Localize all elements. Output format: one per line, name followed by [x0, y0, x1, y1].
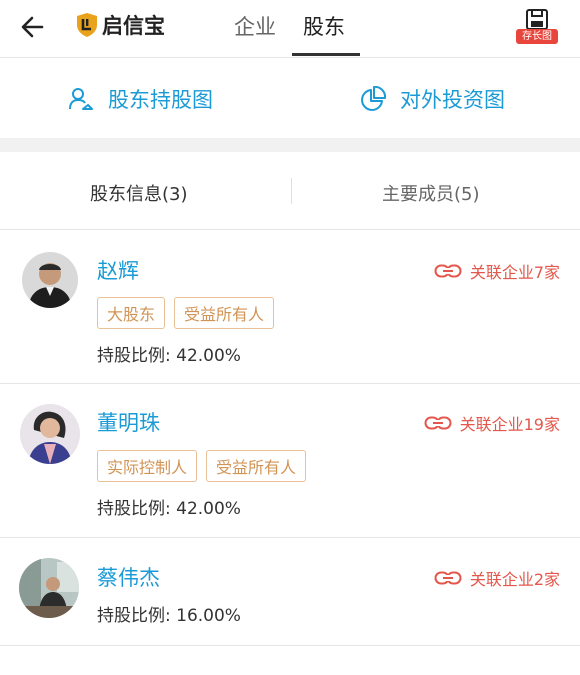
related-companies-label: 关联企业7家	[469, 263, 560, 282]
link-icon	[434, 264, 462, 278]
app-logo: 启信宝	[76, 10, 165, 40]
shareholder-row[interactable]: 董明珠 关联企业19家 实际控制人 受益所有人 持股比例: 42.00%	[0, 384, 580, 538]
top-bar: 启信宝 企业 股东 存长图	[0, 0, 580, 58]
shareholder-name[interactable]: 蔡伟杰	[97, 562, 160, 592]
shareholding-ratio: 持股比例: 42.00%	[97, 499, 241, 519]
chart-links: 股东持股图 对外投资图	[0, 58, 580, 138]
shareholding-ratio: 持股比例: 16.00%	[97, 606, 241, 626]
pie-chart-icon	[361, 86, 386, 111]
back-button[interactable]	[20, 12, 54, 42]
person-network-icon	[69, 88, 93, 110]
shareholding-chart-link[interactable]: 股东持股图	[68, 84, 213, 114]
tab-company[interactable]: 企业	[234, 11, 276, 45]
investment-chart-label: 对外投资图	[400, 88, 505, 112]
subtab-divider	[291, 178, 292, 204]
related-companies-link[interactable]: 关联企业7家	[434, 259, 560, 283]
tag-actual-controller: 实际控制人	[97, 450, 198, 482]
investment-chart-link[interactable]: 对外投资图	[360, 84, 505, 114]
tab-key-members[interactable]: 主要成员(5)	[382, 180, 480, 206]
avatar	[22, 252, 78, 308]
shareholder-row[interactable]: 赵辉 关联企业7家 大股东 受益所有人 持股比例: 42.00%	[0, 231, 580, 384]
tag-major-shareholder: 大股东	[97, 297, 166, 329]
related-companies-label: 关联企业19家	[459, 415, 560, 434]
related-companies-link[interactable]: 关联企业2家	[434, 566, 560, 590]
link-icon	[434, 571, 462, 585]
shareholding-chart-label: 股东持股图	[108, 88, 213, 112]
save-badge: 存长图	[516, 29, 558, 44]
tab-shareholder-info[interactable]: 股东信息(3)	[90, 180, 188, 206]
tab-shareholders[interactable]: 股东	[303, 11, 345, 45]
floppy-disk-icon	[526, 9, 548, 30]
shareholder-name[interactable]: 赵辉	[97, 255, 139, 285]
tag-beneficial-owner: 受益所有人	[174, 297, 275, 329]
avatar	[19, 558, 79, 618]
shareholder-row[interactable]: 蔡伟杰 关联企业2家 持股比例: 16.00%	[0, 538, 580, 646]
logo-text: 启信宝	[102, 14, 165, 38]
related-companies-label: 关联企业2家	[469, 570, 560, 589]
section-divider	[0, 138, 580, 152]
avatar	[20, 404, 80, 464]
shareholding-ratio: 持股比例: 42.00%	[97, 346, 241, 366]
tag-beneficial-owner: 受益所有人	[206, 450, 307, 482]
link-icon	[424, 416, 452, 430]
sub-tabs: 股东信息(3) 主要成员(5)	[0, 152, 580, 230]
save-long-image-button[interactable]: 存长图	[516, 9, 558, 45]
logo-shield-icon	[77, 13, 97, 37]
tag-list: 大股东 受益所有人	[97, 297, 283, 329]
back-arrow-icon	[21, 16, 44, 38]
related-companies-link[interactable]: 关联企业19家	[424, 411, 560, 435]
tag-list: 实际控制人 受益所有人	[97, 450, 315, 482]
active-tab-indicator	[292, 53, 360, 56]
shareholder-name[interactable]: 董明珠	[97, 407, 160, 437]
